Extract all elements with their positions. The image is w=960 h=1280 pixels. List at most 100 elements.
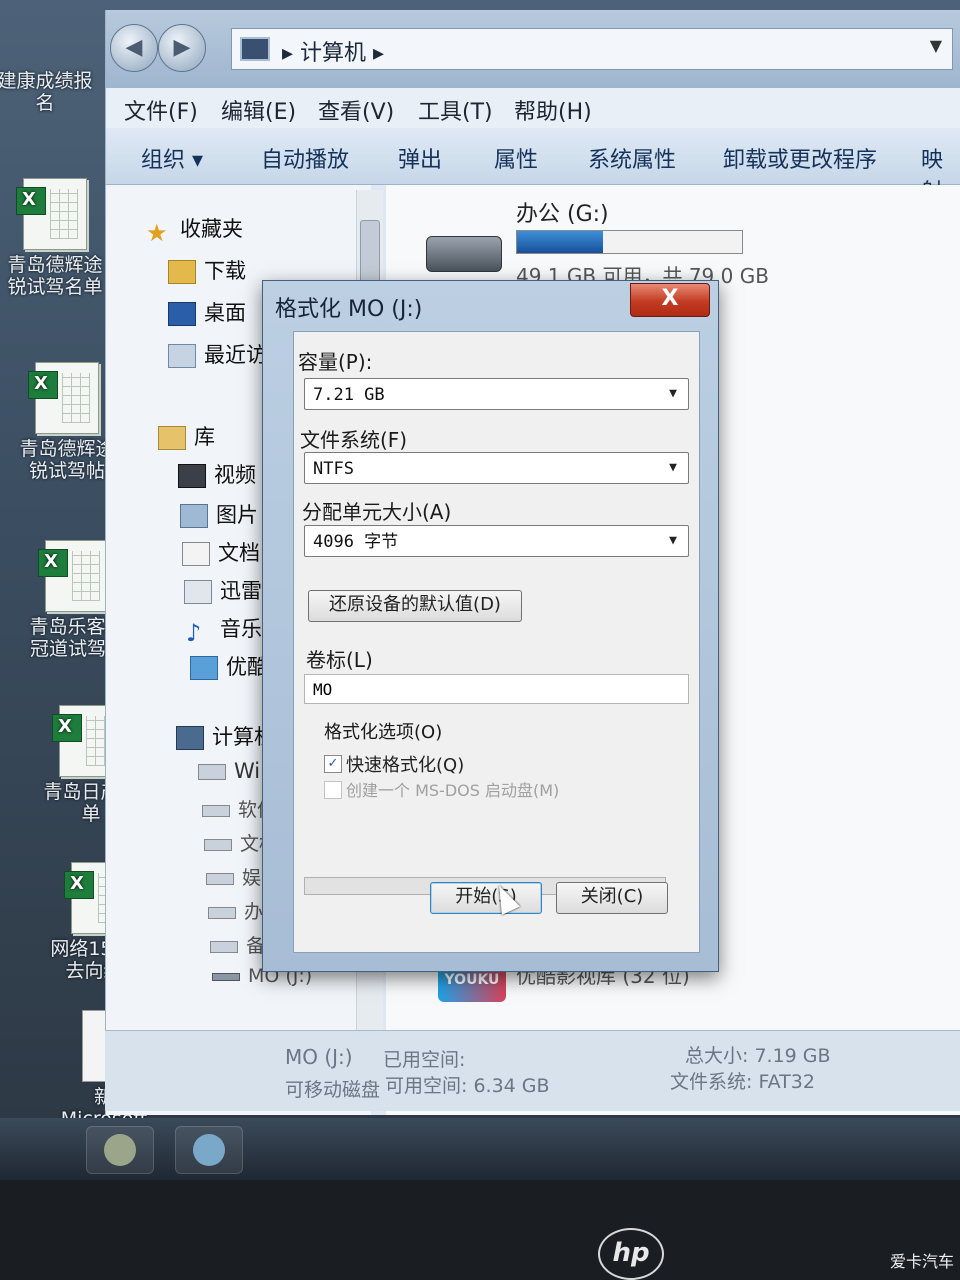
- desktop-icon-label: 青岛德辉途锐试驾帖: [19, 438, 115, 482]
- properties-button[interactable]: 属性: [494, 142, 538, 174]
- music-note-icon: ♪: [186, 619, 202, 647]
- nav-documents[interactable]: 文档: [182, 537, 260, 567]
- nav-label: 视频: [214, 463, 256, 487]
- nav-music[interactable]: ♪ 音乐: [186, 613, 262, 647]
- taskbar-app-button[interactable]: [86, 1126, 154, 1174]
- video-icon: [178, 464, 206, 488]
- allocation-label: 分配单元大小(A): [302, 500, 452, 524]
- excel-file-icon: [28, 362, 99, 434]
- nav-library[interactable]: 库: [158, 421, 215, 451]
- nav-label: 音乐: [220, 617, 262, 641]
- capacity-label: 容量(P):: [298, 350, 373, 374]
- screen: 建康成绩报名 青岛德辉途锐试驾名单 青岛德辉途锐试驾帖 青岛乐客城冠道试驾...…: [0, 0, 960, 1180]
- volume-label-input[interactable]: MO: [304, 674, 689, 704]
- filesystem-select[interactable]: NTFS ▼: [304, 452, 689, 484]
- desktop-icon-label: 青岛德辉途锐试驾名单: [7, 254, 103, 298]
- forward-button[interactable]: ▶: [158, 24, 206, 72]
- hard-drive-icon: [426, 236, 502, 272]
- restore-defaults-button[interactable]: 还原设备的默认值(D): [308, 590, 522, 622]
- nav-downloads[interactable]: 下载: [168, 255, 246, 285]
- taskbar: [0, 1118, 960, 1180]
- hp-logo: hp: [598, 1228, 664, 1280]
- desktop-icon-label: 建康成绩报名: [0, 70, 93, 114]
- usb-drive-icon: [212, 972, 240, 981]
- details-drive-name: MO (J:): [285, 1045, 353, 1069]
- dialog-title: 格式化 MO (J:): [275, 297, 423, 322]
- desktop-icon[interactable]: 建康成绩报名: [0, 70, 100, 114]
- drive-g-name[interactable]: 办公 (G:): [516, 196, 609, 228]
- menu-tools[interactable]: 工具(T): [418, 94, 493, 126]
- menu-bar: 文件(F) 编辑(E) 查看(V) 工具(T) 帮助(H): [106, 88, 960, 129]
- details-pane: MO (J:) 已用空间: 总大小: 7.19 GB 可移动磁盘 可用空间: 6…: [105, 1030, 960, 1111]
- nav-desktop[interactable]: 桌面: [168, 297, 246, 327]
- nav-pictures[interactable]: 图片: [180, 499, 258, 529]
- drive-icon: [208, 906, 236, 919]
- msdos-checkbox[interactable]: [324, 781, 342, 799]
- excel-file-icon: [16, 178, 87, 250]
- address-bar[interactable]: ▸ 计算机 ▸ ▼: [231, 28, 953, 70]
- filesystem-label: 文件系统(F): [300, 428, 408, 452]
- dialog-body: 容量(P): 7.21 GB ▼ 文件系统(F) NTFS ▼ 分配单元大小(A…: [293, 331, 700, 953]
- quick-format-checkbox[interactable]: ✓: [324, 755, 342, 773]
- capacity-value: 7.21 GB: [313, 385, 385, 405]
- command-bar: 组织 ▾ 自动播放 弹出 属性 系统属性 卸载或更改程序 映射: [106, 128, 960, 205]
- nav-label: 库: [194, 425, 215, 449]
- nav-recent[interactable]: 最近访: [168, 339, 267, 369]
- nav-label: 下载: [204, 259, 246, 283]
- drive-g-usage-bar: [516, 230, 743, 254]
- nav-favorites[interactable]: ★ 收藏夹: [146, 213, 243, 247]
- address-row: ◀ ▶ ▸ 计算机 ▸ ▼: [106, 10, 960, 88]
- start-button[interactable]: 开始(S): [430, 882, 542, 914]
- breadcrumb[interactable]: ▸ 计算机 ▸: [282, 35, 384, 67]
- desktop-icon: [168, 302, 196, 326]
- download-folder-icon: [168, 260, 196, 284]
- desktop-icon[interactable]: 青岛德辉途锐试驾名单: [0, 178, 110, 298]
- quick-format-label[interactable]: 快速格式化(Q): [346, 751, 464, 777]
- pictures-icon: [180, 504, 208, 528]
- uninstall-program-button[interactable]: 卸载或更改程序: [723, 142, 877, 174]
- nav-label: 桌面: [204, 301, 246, 325]
- nav-videos[interactable]: 视频: [178, 459, 256, 489]
- app-icon: [104, 1134, 136, 1166]
- excel-file-icon: [38, 540, 109, 612]
- breadcrumb-computer[interactable]: 计算机: [300, 41, 366, 66]
- windows-drive-icon: [198, 764, 226, 780]
- allocation-value: 4096 字节: [313, 532, 399, 552]
- menu-view[interactable]: 查看(V): [318, 94, 394, 126]
- menu-help[interactable]: 帮助(H): [514, 94, 592, 126]
- taskbar-app-button[interactable]: [175, 1126, 243, 1174]
- close-icon[interactable]: X: [630, 283, 710, 317]
- chevron-down-icon[interactable]: ▼: [662, 529, 684, 553]
- details-total: 总大小: 7.19 GB: [685, 1045, 831, 1067]
- chevron-down-icon[interactable]: ▼: [662, 456, 684, 480]
- drive-icon: [210, 940, 238, 953]
- autoplay-button[interactable]: 自动播放: [261, 142, 349, 174]
- computer-icon: [240, 37, 270, 61]
- menu-file[interactable]: 文件(F): [124, 94, 198, 126]
- nav-label: 文档: [218, 541, 260, 565]
- allocation-select[interactable]: 4096 字节 ▼: [304, 525, 689, 557]
- close-button[interactable]: 关闭(C): [556, 882, 668, 914]
- msdos-label[interactable]: 创建一个 MS-DOS 启动盘(M): [346, 777, 559, 801]
- filesystem-value: NTFS: [313, 459, 354, 479]
- nav-label: 图片: [216, 503, 258, 527]
- system-properties-button[interactable]: 系统属性: [588, 142, 676, 174]
- back-button[interactable]: ◀: [110, 24, 158, 72]
- organize-button[interactable]: 组织 ▾: [141, 142, 203, 174]
- library-icon: [158, 426, 186, 450]
- documents-icon: [182, 542, 210, 566]
- chevron-down-icon[interactable]: ▼: [662, 382, 684, 406]
- drive-icon: [206, 872, 234, 885]
- computer-icon: [176, 726, 204, 750]
- volume-label: 卷标(L): [306, 648, 373, 672]
- capacity-select[interactable]: 7.21 GB ▼: [304, 378, 689, 410]
- recent-places-icon: [168, 344, 196, 368]
- app-icon: [193, 1134, 225, 1166]
- star-icon: ★: [146, 219, 168, 247]
- details-type: 可移动磁盘: [285, 1079, 381, 1101]
- eject-button[interactable]: 弹出: [398, 142, 442, 174]
- drive-icon: [204, 838, 232, 851]
- nav-computer[interactable]: 计算机: [176, 721, 275, 751]
- chevron-down-icon[interactable]: ▼: [930, 36, 942, 55]
- menu-edit[interactable]: 编辑(E): [221, 94, 296, 126]
